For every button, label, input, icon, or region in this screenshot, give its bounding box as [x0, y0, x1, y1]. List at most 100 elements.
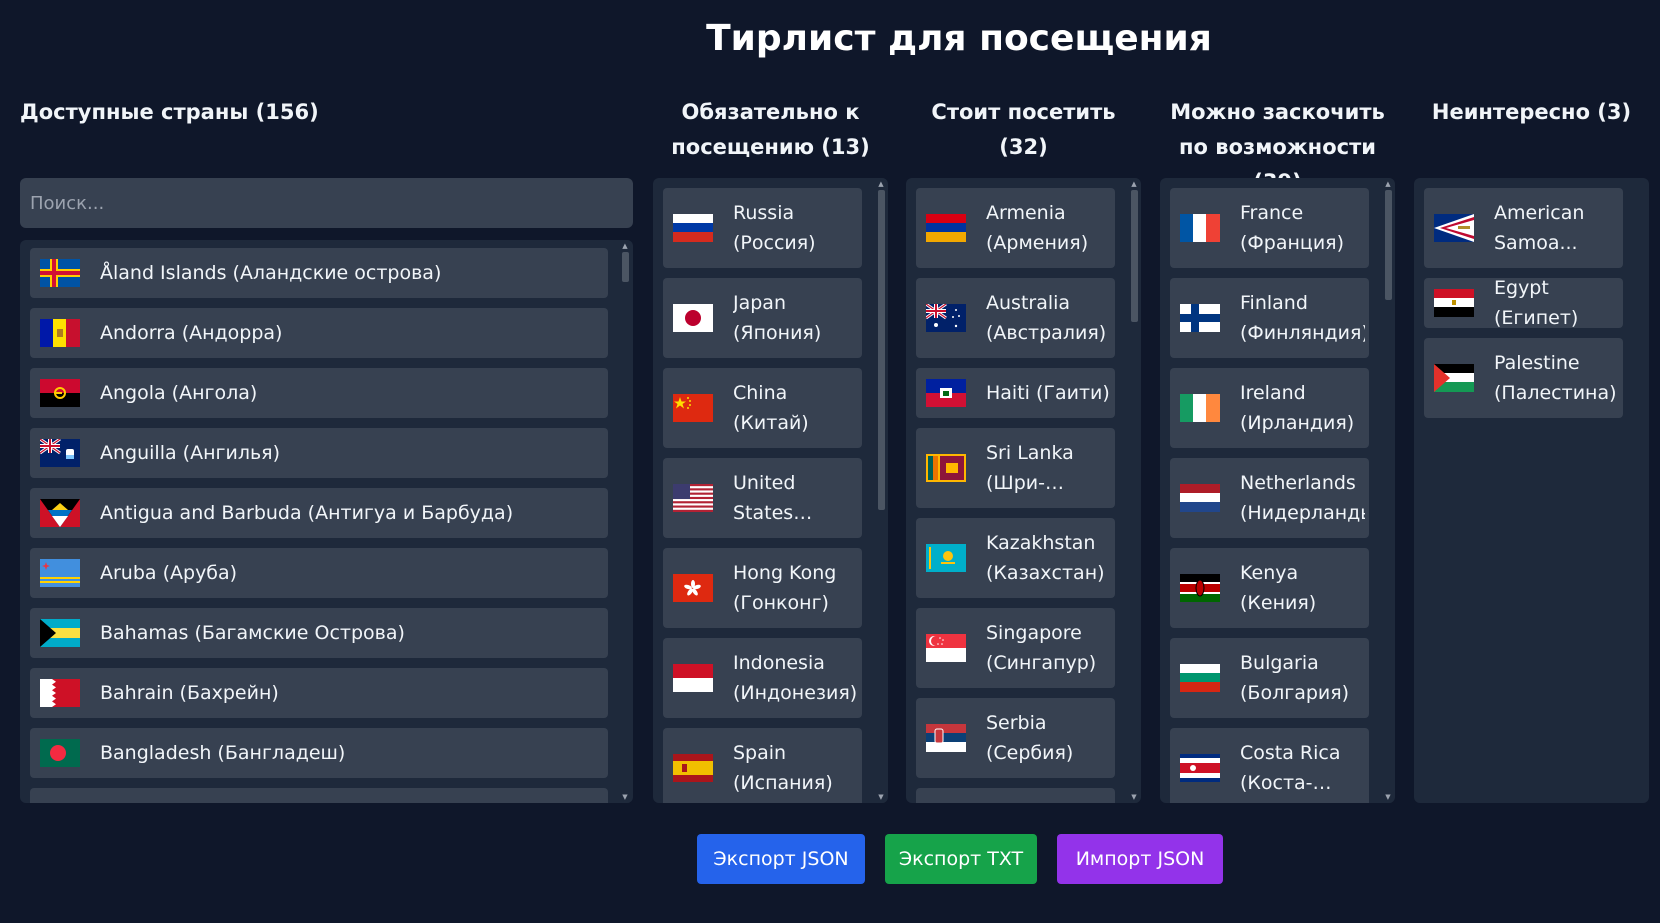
tier-country-item[interactable]: United States (Соединён... [663, 458, 862, 538]
available-country-item[interactable]: Anguilla (Ангилья) [30, 428, 608, 478]
tier-panel-boring[interactable]: American Samoa... Egypt (Египет) Palestine… [1414, 178, 1649, 803]
tier-country-item[interactable]: Hong Kong (Гонконг) [663, 548, 862, 628]
tier-country-item[interactable]: France (Франция) [1170, 188, 1369, 268]
country-label: Japan (Япония) [733, 292, 822, 344]
available-scrollbar[interactable]: ▲ ▼ [620, 240, 630, 803]
tier-country-item-partial[interactable] [916, 788, 1115, 803]
tier-country-item[interactable]: Egypt (Египет) [1424, 278, 1623, 328]
country-label: Sri Lanka (Шри-Ланка) [986, 442, 1074, 494]
export-json-button[interactable]: Экспорт JSON [697, 834, 865, 884]
available-country-item[interactable]: Antigua and Barbuda (Антигуа и Барбуда) [30, 488, 608, 538]
tier-country-item[interactable]: Haiti (Гаити) [916, 368, 1115, 418]
country-label: Finland (Финляндия) [1240, 292, 1365, 344]
country-label: Kenya (Кения) [1240, 562, 1317, 614]
palestine-flag-icon [1434, 364, 1474, 392]
finland-flag-icon [1180, 304, 1220, 332]
country-label: Indonesia (Индонезия) [733, 652, 858, 704]
serbia-flag-icon [926, 724, 966, 752]
aruba-flag-icon [40, 559, 80, 587]
tier-country-item[interactable]: Singapore (Сингапур) [916, 608, 1115, 688]
export-txt-button[interactable]: Экспорт TXT [885, 834, 1037, 884]
tier-country-item[interactable]: Costa Rica (Коста-Рика) [1170, 728, 1369, 803]
japan-flag-icon [673, 304, 713, 332]
country-label: Ireland (Ирландия) [1240, 382, 1355, 434]
country-label: Andorra (Андорра) [100, 322, 283, 344]
tier-panel-worth[interactable]: Armenia (Армения) Australia (Австралия) Ha… [906, 178, 1141, 803]
country-label: Russia (Россия) [733, 202, 816, 254]
tier-country-item[interactable]: Spain (Испания) [663, 728, 862, 803]
tier-maybe-scrollbar[interactable]: ▲ ▼ [1383, 178, 1393, 803]
americansamoa-flag-icon [1434, 214, 1474, 242]
country-label: Hong Kong (Гонконг) [733, 562, 837, 614]
country-label: Australia (Австралия) [986, 292, 1107, 344]
angola-flag-icon [40, 379, 80, 407]
aland-flag-icon [40, 259, 80, 287]
tier-country-item[interactable]: Russia (Россия) [663, 188, 862, 268]
tier-country-item[interactable]: Kenya (Кения) [1170, 548, 1369, 628]
tier-maybe-scroll-thumb[interactable] [1385, 190, 1392, 300]
tier-title-boring: Неинтересно (3) [1431, 100, 1632, 124]
country-label: Palestine (Палестина) [1494, 352, 1617, 404]
tier-panel-maybe[interactable]: France (Франция) Finland (Финляндия) Irela… [1160, 178, 1395, 803]
tier-country-item[interactable]: Palestine (Палестина) [1424, 338, 1623, 418]
costarica-flag-icon [1180, 754, 1220, 782]
tier-country-item[interactable]: Japan (Япония) [663, 278, 862, 358]
tier-country-item[interactable]: Kazakhstan (Казахстан) [916, 518, 1115, 598]
available-country-item[interactable]: Åland Islands (Аландские острова) [30, 248, 608, 298]
hongkong-flag-icon [673, 574, 713, 602]
available-country-item[interactable]: Bahrain (Бахрейн) [30, 668, 608, 718]
tier-country-item[interactable]: Netherlands (Нидерландь [1170, 458, 1369, 538]
search-input[interactable] [20, 178, 633, 228]
srilanka-flag-icon [926, 454, 966, 482]
available-country-item[interactable]: Bahamas (Багамские Острова) [30, 608, 608, 658]
available-list[interactable]: Åland Islands (Аландские острова) Andorra… [20, 240, 633, 803]
country-label: Netherlands (Нидерландь [1240, 472, 1365, 524]
country-label: Angola (Ангола) [100, 382, 258, 404]
tier-worth-scrollbar[interactable]: ▲ ▼ [1129, 178, 1139, 803]
page-title: Тирлист для посещения [706, 18, 1212, 59]
tier-country-item[interactable]: Finland (Финляндия) [1170, 278, 1369, 358]
tier-title-worth: Стоит посетить (32) [931, 100, 1116, 159]
country-label: Serbia (Сербия) [986, 712, 1074, 764]
country-label: Kazakhstan (Казахстан) [986, 532, 1105, 584]
country-label: American Samoa... [1494, 202, 1585, 254]
france-flag-icon [1180, 214, 1220, 242]
china-flag-icon [673, 394, 713, 422]
haiti-flag-icon [926, 379, 966, 407]
country-label: Bahamas (Багамские Острова) [100, 622, 405, 644]
available-country-item[interactable]: Angola (Ангола) [30, 368, 608, 418]
tier-country-item[interactable]: Serbia (Сербия) [916, 698, 1115, 778]
country-label: Åland Islands (Аландские острова) [100, 262, 442, 284]
tier-country-item[interactable]: China (Китай) [663, 368, 862, 448]
country-label: Armenia (Армения) [986, 202, 1089, 254]
available-country-item[interactable]: Andorra (Андорра) [30, 308, 608, 358]
available-country-item[interactable]: Bangladesh (Бангладеш) [30, 728, 608, 778]
country-label: Bulgaria (Болгария) [1240, 652, 1350, 704]
country-label: Antigua and Barbuda (Антигуа и Барбуда) [100, 502, 514, 524]
tier-worth-scroll-thumb[interactable] [1131, 190, 1138, 322]
tier-country-item[interactable]: Australia (Австралия) [916, 278, 1115, 358]
tier-country-item[interactable]: Armenia (Армения) [916, 188, 1115, 268]
available-title: Доступные страны (156) [20, 100, 319, 124]
antigua-flag-icon [40, 499, 80, 527]
tier-country-item[interactable]: Sri Lanka (Шри-Ланка) [916, 428, 1115, 508]
available-country-item-partial[interactable] [30, 788, 608, 803]
tier-must-scroll-thumb[interactable] [878, 190, 885, 510]
import-json-button[interactable]: Импорт JSON [1057, 834, 1223, 884]
bahrain-flag-icon [40, 679, 80, 707]
country-label: United States (Соединён... [733, 472, 796, 524]
available-country-item[interactable]: Aruba (Аруба) [30, 548, 608, 598]
anguilla-flag-icon [40, 439, 80, 467]
tier-country-item[interactable]: Indonesia (Индонезия) [663, 638, 862, 718]
bangladesh-flag-icon [40, 739, 80, 767]
available-scroll-thumb[interactable] [622, 252, 629, 282]
bulgaria-flag-icon [1180, 664, 1220, 692]
tier-must-scrollbar[interactable]: ▲ ▼ [876, 178, 886, 803]
bahamas-flag-icon [40, 619, 80, 647]
tier-country-item[interactable]: American Samoa... [1424, 188, 1623, 268]
tier-country-item[interactable]: Ireland (Ирландия) [1170, 368, 1369, 448]
country-label: France (Франция) [1240, 202, 1345, 254]
tier-panel-must[interactable]: Russia (Россия) Japan (Япония) China (Кита… [653, 178, 888, 803]
tier-title-must: Обязательно к посещению (13) [671, 100, 870, 159]
tier-country-item[interactable]: Bulgaria (Болгария) [1170, 638, 1369, 718]
